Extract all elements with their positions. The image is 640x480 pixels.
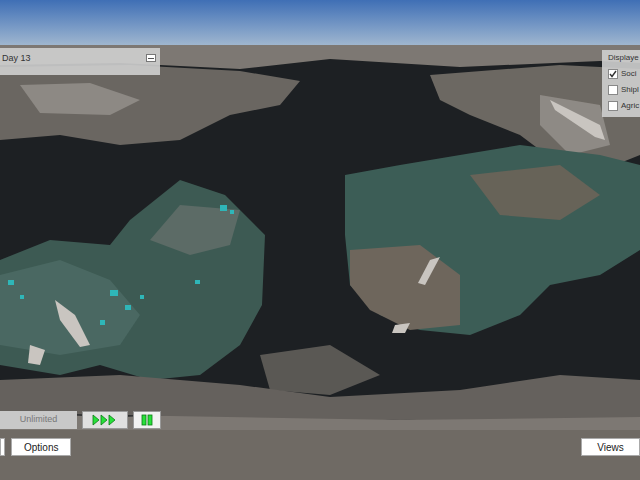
fast-forward-icon [91,414,119,426]
fast-forward-button[interactable] [82,411,128,429]
left-buttons: Options [0,438,71,456]
day-panel: Day 13 [0,48,160,75]
minimize-button[interactable] [146,54,156,62]
tick-icon [609,70,617,78]
views-button[interactable]: Views [581,438,640,456]
options-button[interactable]: Options [11,438,71,456]
checkbox[interactable] [608,101,618,111]
option-label: Soci [621,69,637,79]
sky [0,0,640,45]
display-panel: Displaye Soci Shipl Agric [602,50,640,117]
option-label: Shipl [621,85,639,95]
partial-button[interactable] [0,438,5,456]
display-option[interactable]: Soci [608,69,640,79]
display-option[interactable]: Shipl [608,85,640,95]
speed-label: Unlimited [0,411,77,429]
right-buttons: Views [581,438,640,456]
speed-controls: Unlimited [0,411,161,429]
option-label: Agric [621,101,639,111]
map-view: Day 13 Displaye Soci Shipl Agric Unlimited [0,45,640,430]
display-option[interactable]: Agric [608,101,640,111]
pause-button[interactable] [133,411,161,429]
checkbox[interactable] [608,69,618,79]
bottom-bar: Options Views [0,430,640,480]
checkbox[interactable] [608,85,618,95]
game-screen: Day 13DisplayeSociShiplAgricUnlimitedOpt… [0,0,640,480]
world-map[interactable] [0,45,640,430]
pause-icon [141,414,153,426]
minimize-icon [148,58,154,59]
display-title: Displaye [608,53,640,63]
day-label: Day 13 [2,52,31,64]
